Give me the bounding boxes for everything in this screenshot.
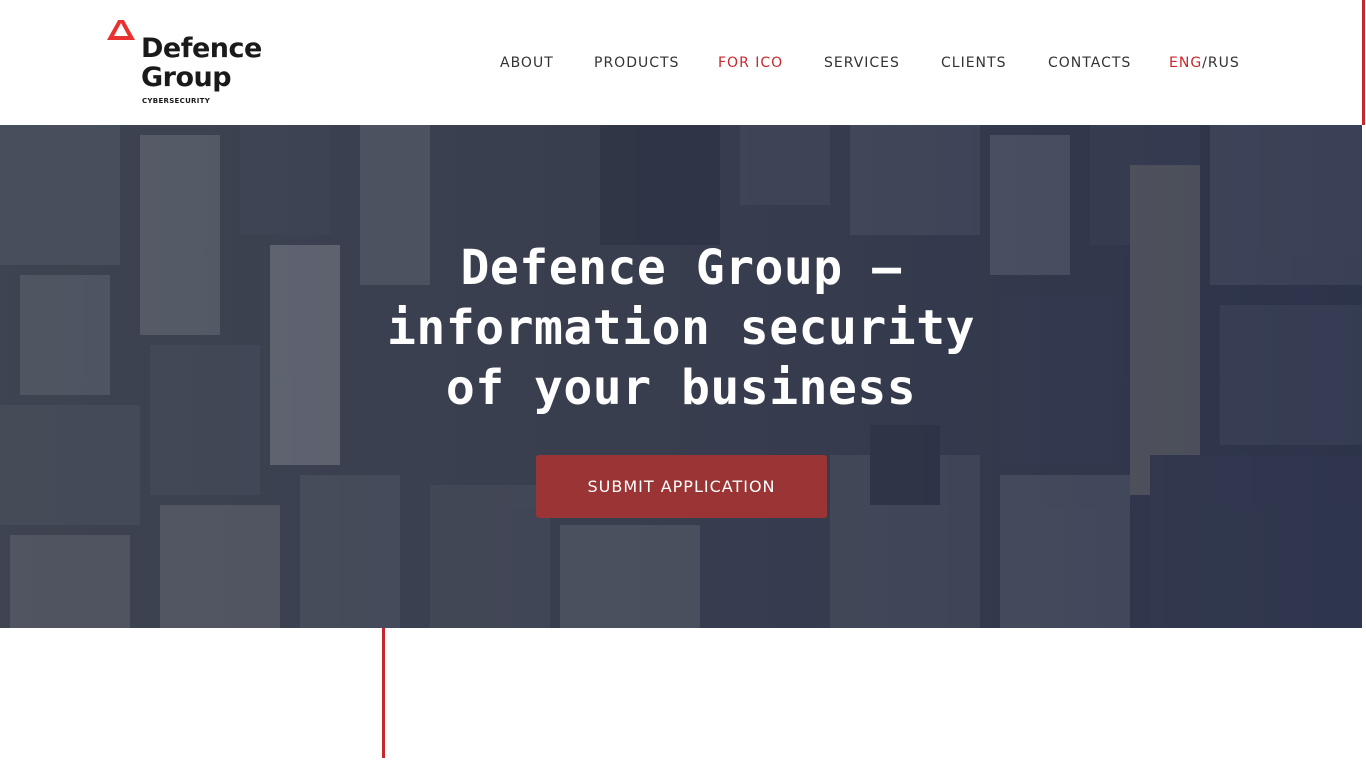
submit-application-button[interactable]: SUBMIT APPLICATION: [536, 455, 827, 518]
page: Defence Group CYBERSECURITY ABOUT PRODUC…: [0, 0, 1366, 768]
content-section: [0, 628, 1366, 768]
nav-item-for-ico[interactable]: FOR ICO: [718, 55, 783, 71]
lang-eng[interactable]: ENG: [1169, 55, 1202, 71]
logo-tagline: CYBERSECURITY: [142, 97, 211, 105]
hero-section: Defence Group – information security of …: [0, 125, 1362, 628]
nav-item-clients[interactable]: CLIENTS: [941, 55, 1006, 71]
nav-item-products[interactable]: PRODUCTS: [594, 55, 679, 71]
hero-title-line-3: of your business: [445, 360, 917, 416]
logo-wordmark: Defence Group: [141, 34, 262, 92]
hero-title-line-1: Defence Group –: [460, 240, 902, 296]
logo-line-2: Group: [141, 62, 232, 93]
nav-item-about[interactable]: ABOUT: [500, 55, 554, 71]
hero-title-line-2: information security: [387, 300, 975, 356]
section-accent-line: [382, 628, 385, 758]
nav-item-contacts[interactable]: CONTACTS: [1048, 55, 1131, 71]
nav-item-services[interactable]: SERVICES: [824, 55, 900, 71]
language-switcher: ENG/RUS: [1169, 55, 1240, 71]
logo-line-1: Defence: [141, 33, 262, 64]
hero-title: Defence Group – information security of …: [381, 238, 981, 418]
lang-rus[interactable]: RUS: [1208, 55, 1240, 71]
logo[interactable]: Defence Group CYBERSECURITY: [106, 14, 266, 110]
edge-accent-line: [1362, 0, 1365, 125]
site-header: Defence Group CYBERSECURITY ABOUT PRODUC…: [0, 0, 1362, 125]
defence-group-logo-icon: [107, 14, 135, 40]
